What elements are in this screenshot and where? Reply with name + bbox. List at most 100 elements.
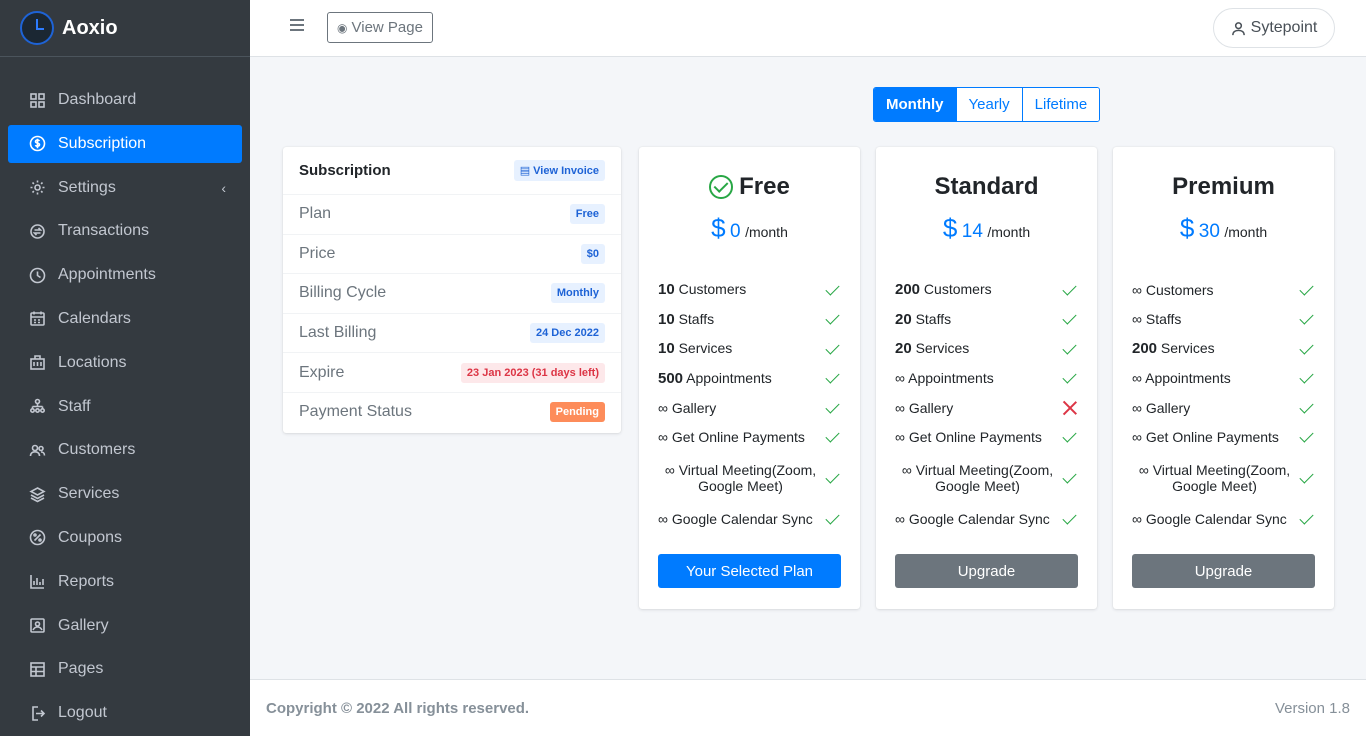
sidebar-item-transactions[interactable]: Transactions — [8, 212, 242, 250]
subscription-row-label: Payment Status — [299, 403, 412, 421]
staff-icon — [28, 398, 46, 416]
plan-feature-text: ∞ Staffs — [1132, 311, 1181, 327]
plan-name: Free — [639, 173, 860, 201]
menu-toggle-icon[interactable] — [290, 19, 304, 33]
period-yearly-button[interactable]: Yearly — [956, 88, 1023, 121]
brand-name: Aoxio — [62, 16, 118, 39]
feature-label: Google Calendar Sync — [908, 510, 1050, 527]
plan-feature-text: ∞ Get Online Payments — [895, 429, 1042, 445]
check-icon — [825, 341, 841, 357]
plan-feature: ∞ Get Online Payments — [1132, 423, 1315, 453]
sidebar-item-logout[interactable]: Logout — [8, 694, 242, 732]
infinity-icon: ∞ — [895, 510, 905, 527]
sidebar-item-gallery[interactable]: Gallery — [8, 607, 242, 645]
sidebar-item-coupons[interactable]: Coupons — [8, 519, 242, 557]
check-icon — [1062, 282, 1078, 298]
subscription-card: Subscription ▤ View Invoice Plan Free Pric… — [283, 147, 621, 433]
price-period: /month — [1224, 224, 1268, 240]
sidebar-item-label: Coupons — [58, 528, 123, 546]
subscription-row: Billing Cycle Monthly — [283, 273, 621, 313]
infinity-icon: ∞ — [1132, 399, 1142, 416]
check-icon — [1299, 470, 1315, 486]
check-icon — [1299, 341, 1315, 357]
sidebar-item-services[interactable]: Services — [8, 475, 242, 513]
sidebar-nav: Dashboard Subscription Settings ‹ Transactio… — [0, 57, 250, 732]
infinity-icon: ∞ — [895, 370, 905, 387]
feature-label: Staffs — [915, 310, 952, 327]
plan-feature-text: ∞ Gallery — [1132, 400, 1190, 416]
sidebar-item-locations[interactable]: Locations — [8, 344, 242, 382]
sidebar-item-label: Subscription — [58, 134, 147, 152]
check-icon — [825, 470, 841, 486]
plan-feature-text: 200 Customers — [895, 281, 992, 298]
sidebar-item-calendars[interactable]: Calendars — [8, 300, 242, 338]
price-amount: 30 — [1198, 221, 1220, 242]
feature-quantity: 10 — [658, 310, 675, 328]
sidebar-item-customers[interactable]: Customers — [8, 431, 242, 469]
check-icon — [1299, 311, 1315, 327]
upgrade-button[interactable]: Upgrade — [1132, 554, 1315, 588]
selected-plan-button[interactable]: Your Selected Plan — [658, 554, 841, 588]
building-icon — [28, 354, 46, 372]
subscription-title: Subscription — [299, 162, 391, 179]
view-page-button[interactable]: ◉ View Page — [327, 12, 433, 43]
feature-label: Customers — [678, 281, 747, 298]
sidebar-item-label: Services — [58, 485, 120, 503]
bar-chart-icon — [28, 573, 46, 591]
sidebar-item-label: Gallery — [58, 616, 109, 634]
sidebar-item-dashboard[interactable]: Dashboard — [8, 81, 242, 119]
plan-feature-text: 20 Staffs — [895, 311, 951, 328]
plan-name: Standard — [876, 173, 1097, 201]
sidebar-item-reports[interactable]: Reports — [8, 563, 242, 601]
plan-feature: ∞ Customers — [1132, 275, 1315, 305]
footer: Copyright © 2022 All rights reserved. Ve… — [250, 679, 1366, 736]
plan-name-text: Standard — [934, 173, 1039, 200]
version-text: Version 1.8 — [1274, 699, 1350, 717]
period-lifetime-button[interactable]: Lifetime — [1022, 88, 1100, 121]
sidebar-item-label: Locations — [58, 353, 127, 371]
plan-feature: 10 Services — [658, 334, 841, 364]
view-invoice-button[interactable]: ▤ View Invoice — [513, 160, 605, 181]
plan-feature: ∞ Appointments — [1132, 364, 1315, 394]
sidebar-item-appointments[interactable]: Appointments — [8, 256, 242, 294]
period-toggle: Monthly Yearly Lifetime — [873, 87, 1101, 122]
upgrade-button[interactable]: Upgrade — [895, 554, 1078, 588]
chevron-left-icon: ‹ — [221, 179, 226, 196]
sidebar-item-label: Calendars — [58, 309, 131, 327]
plan-feature-text: 500 Appointments — [658, 370, 772, 387]
user-menu-button[interactable]: Sytepoint — [1213, 8, 1335, 48]
brand[interactable]: Aoxio — [0, 0, 250, 57]
plan-feature: 200 Customers — [895, 275, 1078, 305]
plan-name-text: Free — [739, 173, 790, 200]
infinity-icon: ∞ — [901, 462, 912, 478]
plan-feature: 20 Staffs — [895, 305, 1078, 335]
eye-icon: ◉ — [337, 20, 348, 35]
status-badge: $0 — [580, 243, 605, 264]
check-icon — [825, 282, 841, 298]
subscription-row: Payment Status Pending — [283, 391, 621, 432]
sidebar-item-pages[interactable]: Pages — [8, 650, 242, 688]
price-amount: 0 — [730, 221, 741, 242]
clock-icon — [28, 266, 46, 284]
plan-features: ∞ Customers ∞ Staffs 200 Services ∞ Appoint… — [1132, 275, 1315, 534]
plan-feature: ∞ Google Calendar Sync — [895, 504, 1078, 534]
status-badge: 23 Jan 2023 (31 days left) — [460, 362, 605, 383]
infinity-icon: ∞ — [1132, 311, 1142, 328]
coupon-icon — [28, 529, 46, 547]
sidebar-item-staff[interactable]: Staff — [8, 388, 242, 426]
file-icon: ▤ — [519, 165, 534, 177]
check-icon — [825, 370, 841, 386]
subscription-row: Plan Free — [283, 194, 621, 234]
transactions-icon — [28, 222, 46, 240]
check-icon — [1062, 341, 1078, 357]
sidebar-item-settings[interactable]: Settings ‹ — [8, 169, 242, 207]
feature-quantity: 200 — [895, 281, 921, 299]
infinity-icon: ∞ — [895, 429, 905, 446]
check-icon — [825, 429, 841, 445]
feature-label: Virtual Meeting(Zoom, Google Meet) — [678, 462, 817, 494]
period-monthly-button[interactable]: Monthly — [874, 88, 957, 121]
status-badge: 24 Dec 2022 — [530, 323, 605, 344]
sidebar-item-subscription[interactable]: Subscription — [8, 124, 242, 163]
check-icon — [1062, 429, 1078, 445]
sidebar-item-label: Staff — [58, 397, 91, 415]
